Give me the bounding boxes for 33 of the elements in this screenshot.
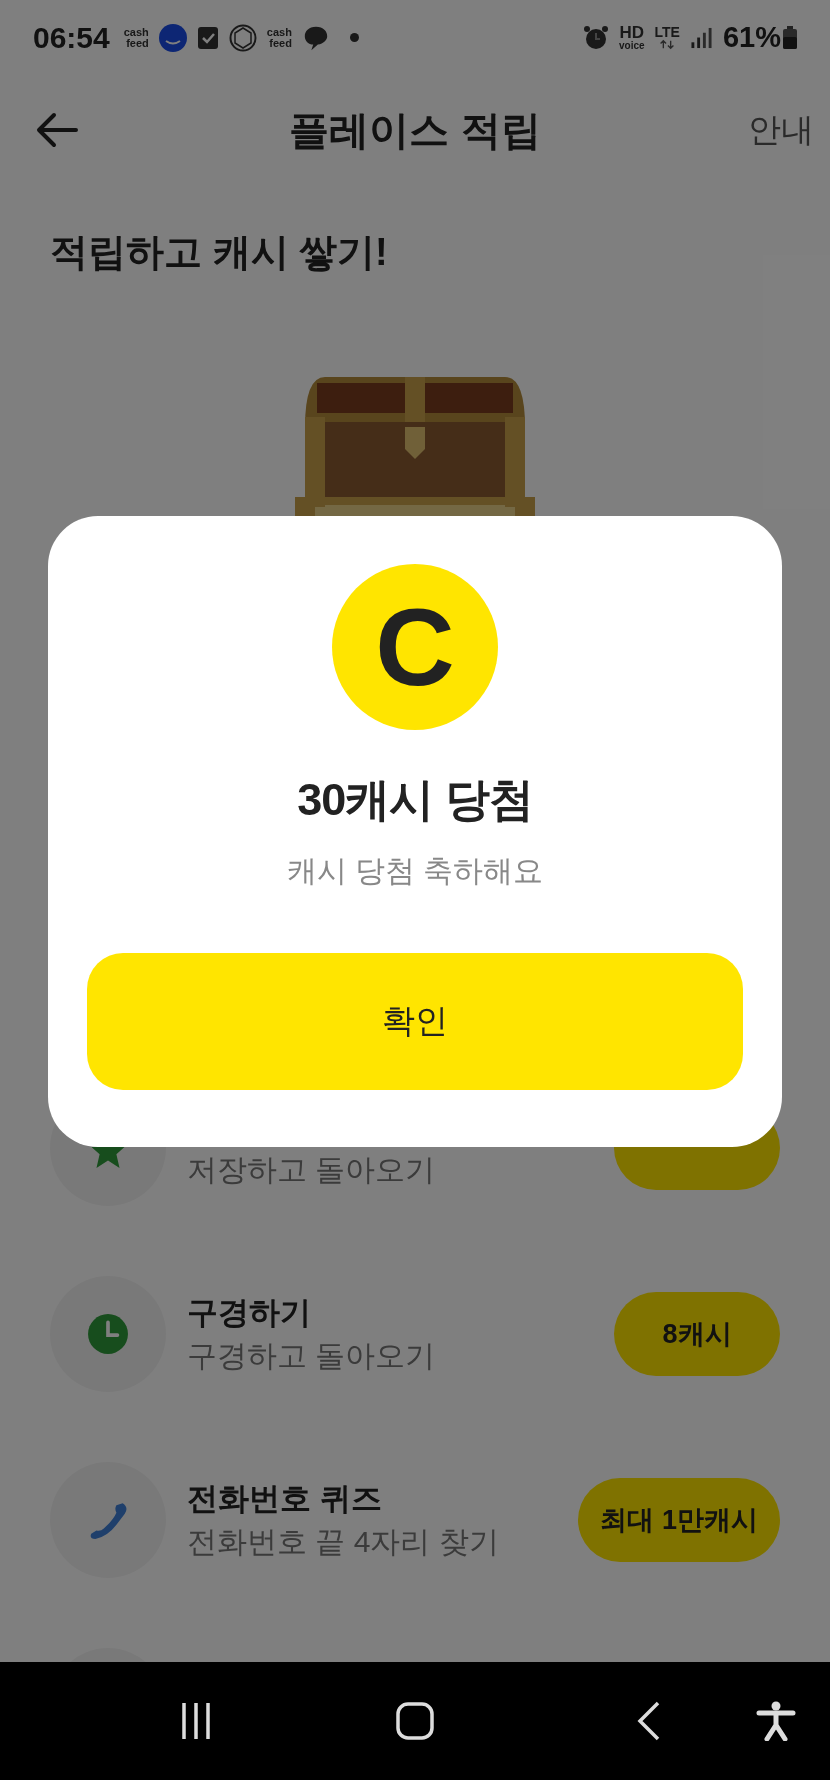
mission-title: 구경하기: [187, 1294, 312, 1332]
checkbox-icon: [196, 25, 219, 50]
confirm-button[interactable]: 확인: [87, 952, 743, 1090]
lte-label: LTE: [654, 25, 680, 39]
clock-icon: [87, 1313, 129, 1355]
header-title: 플레이스 적립: [289, 107, 541, 154]
alarm-icon: [582, 24, 609, 51]
mission-subtitle: 구경하고 돌아오기: [187, 1338, 437, 1374]
reward-button[interactable]: 최대 1만캐시: [578, 1478, 780, 1562]
mission-subtitle: 전화번호 끝 4자리 찾기: [187, 1524, 500, 1560]
gem-icon: [228, 23, 257, 52]
hd-label: HD: [619, 24, 645, 41]
guide-link[interactable]: 안내: [748, 105, 814, 155]
coin-icon: C: [332, 564, 498, 730]
notification-label: cash feed: [123, 26, 149, 49]
back-arrow-icon[interactable]: [36, 110, 78, 150]
section-heading: 적립하고 캐시 쌓기!: [49, 230, 389, 275]
dot-icon: [349, 33, 359, 42]
battery-percentage: 61%: [722, 19, 781, 55]
accessibility-icon[interactable]: [756, 1701, 796, 1741]
voice-label: voice: [618, 41, 645, 51]
reward-button[interactable]: 8캐시: [614, 1292, 780, 1376]
signal-icon: [689, 26, 713, 49]
dialog-title: 30캐시 당첨: [297, 773, 533, 827]
dialog-message: 캐시 당첨 축하해요: [286, 852, 544, 889]
data-arrows-icon: [659, 39, 676, 50]
mission-title: 전화번호 퀴즈: [187, 1480, 383, 1518]
status-time: 06:54: [33, 20, 110, 56]
notification-label: cash feed: [266, 26, 292, 49]
home-icon[interactable]: [395, 1701, 435, 1741]
app-logo-icon: [158, 23, 187, 52]
battery-icon: [783, 26, 797, 49]
mission-subtitle: 저장하고 돌아오기: [187, 1152, 437, 1188]
